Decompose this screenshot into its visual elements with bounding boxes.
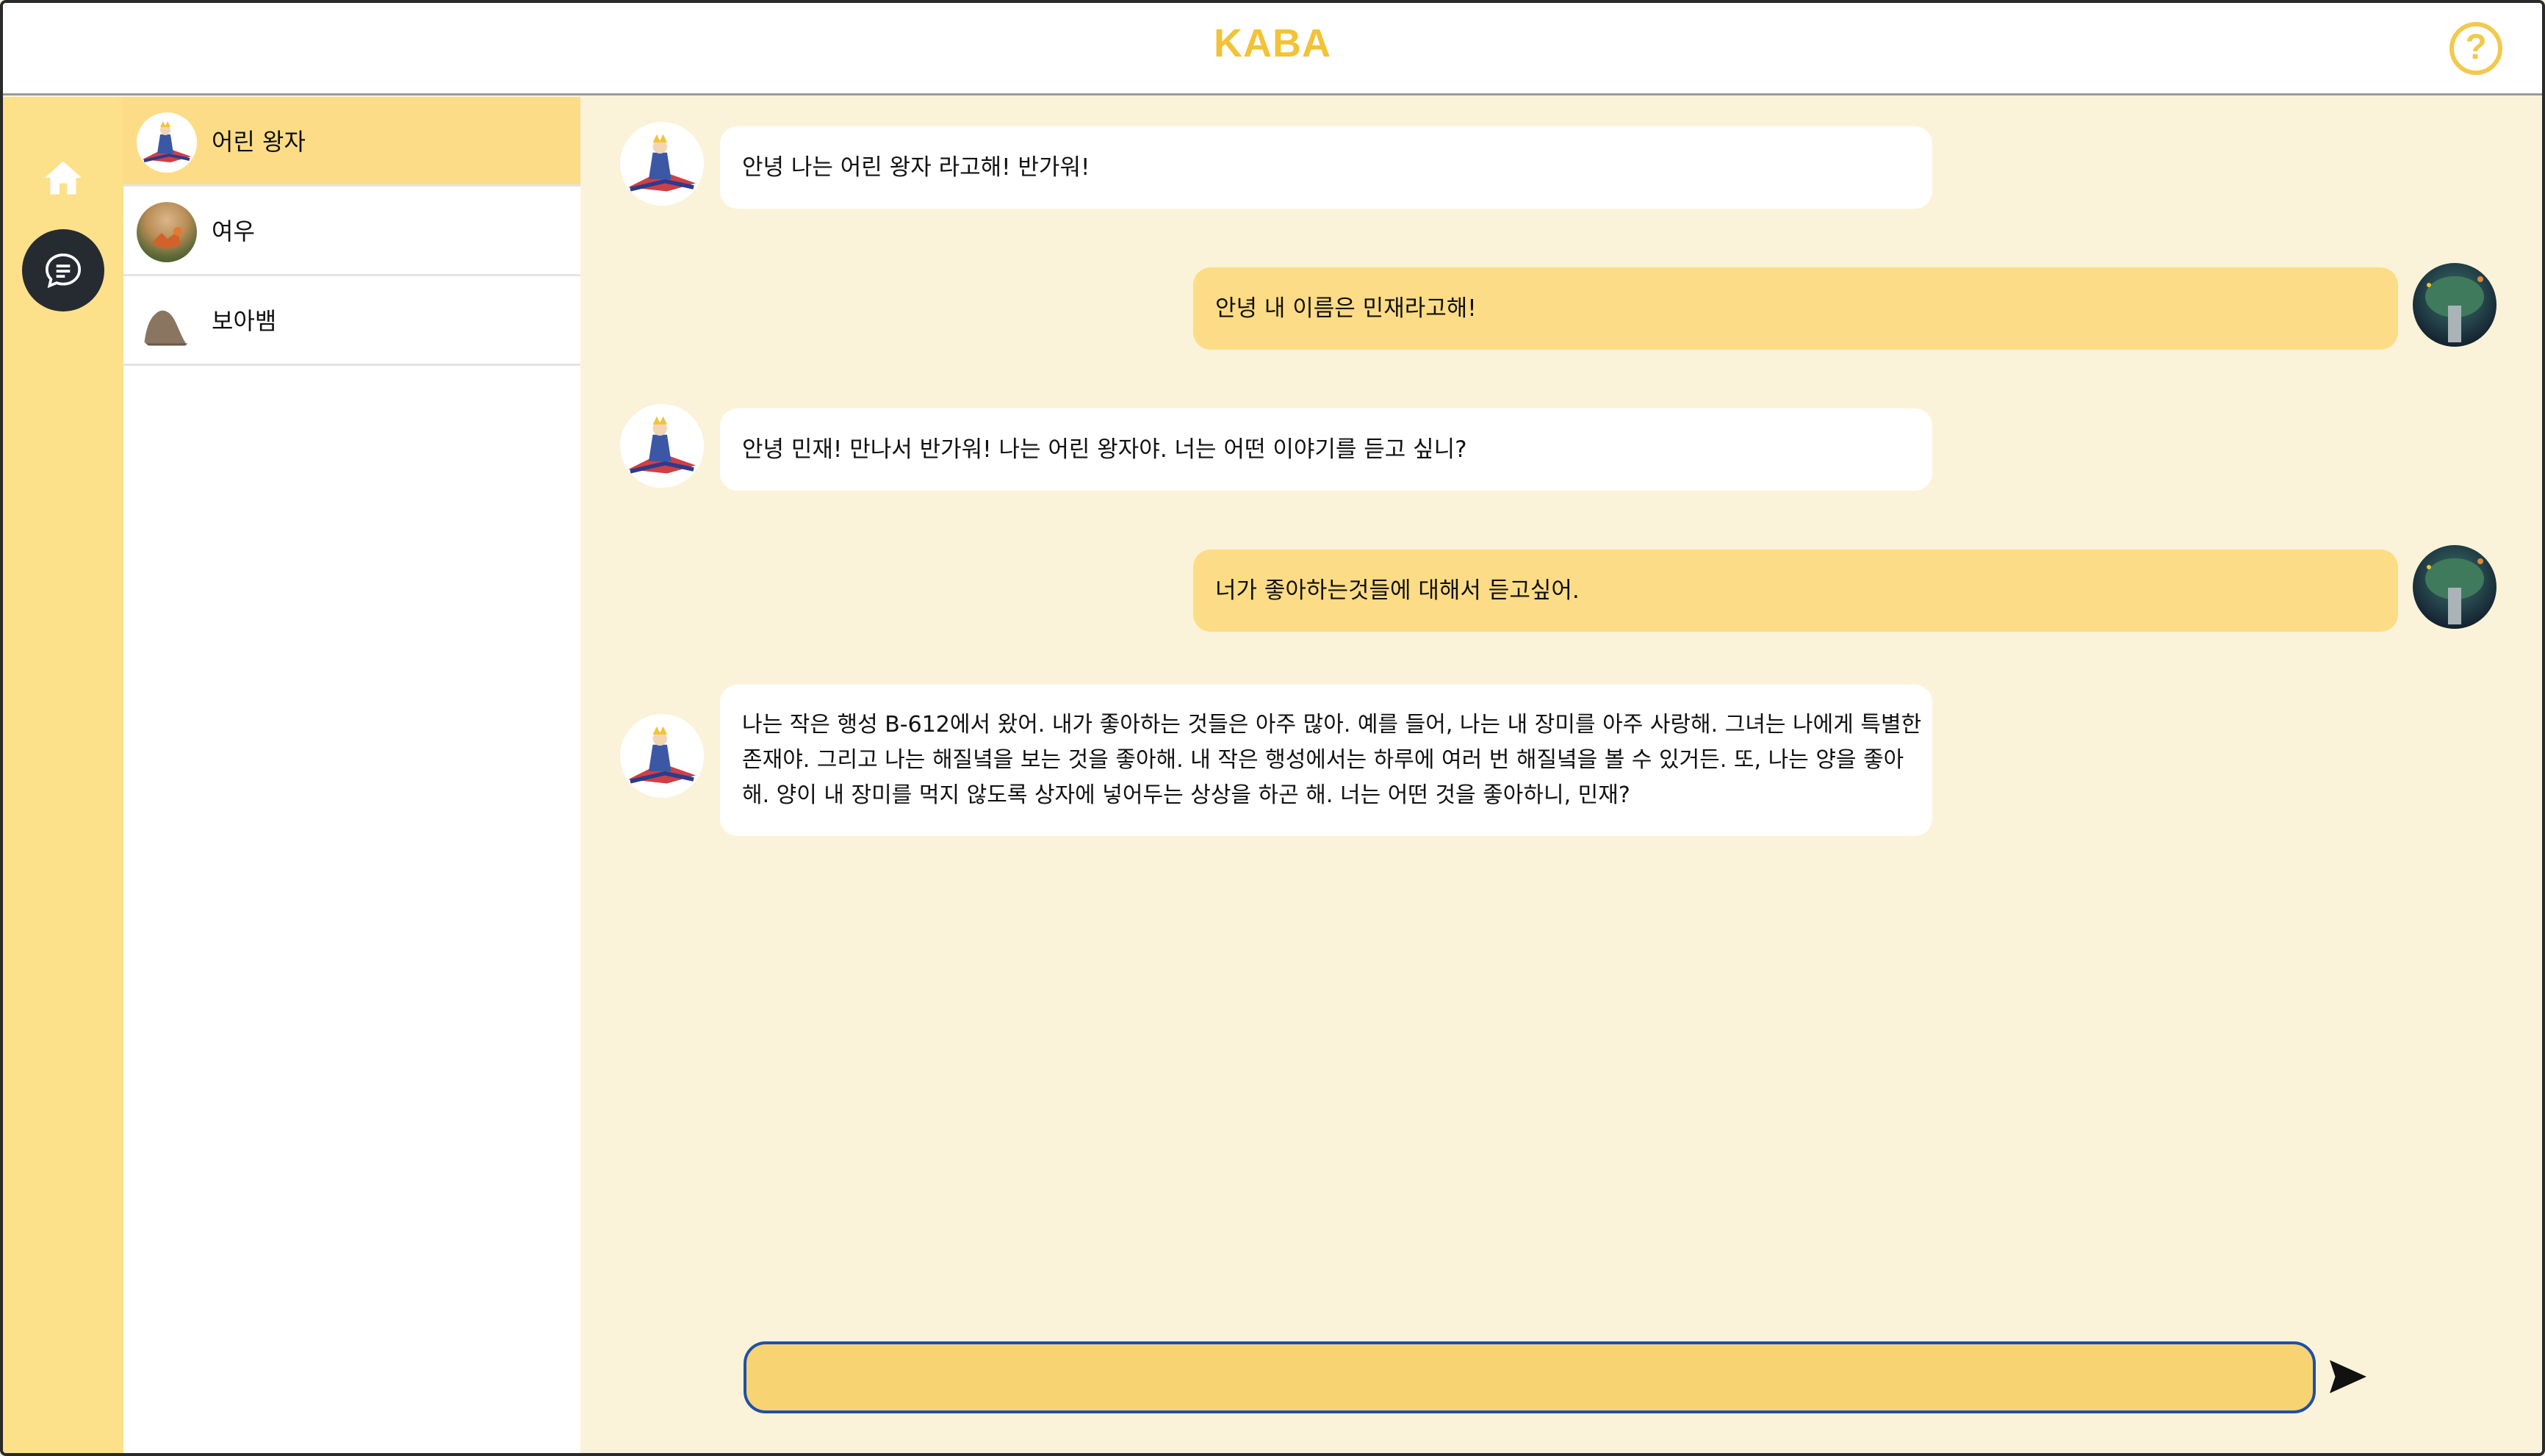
top-bar: KABA ? — [3, 3, 2542, 95]
message-text: 안녕 민재! 만나서 반가워! 나는 어린 왕자야. 너는 어떤 이야기를 듣고… — [742, 436, 1467, 463]
message-line: 해. 양이 내 장미를 먹지 않도록 상자에 넣어두는 상상을 하곤 해. 너는… — [742, 782, 1630, 808]
character-item-fox[interactable]: 여우 — [123, 187, 580, 276]
message-line: 나는 작은 행성 B-612에서 왔어. 내가 좋아하는 것들은 아주 많아. … — [742, 712, 1922, 738]
fox-avatar — [137, 202, 197, 262]
app-title: KABA — [1214, 21, 1331, 65]
chat-panel: 안녕 나는 어린 왕자 라고해! 반가워! 안녕 내 이름은 민재라고해! 안녕… — [580, 97, 2542, 1453]
boa-avatar — [137, 292, 197, 352]
message-line: 존재야. 그리고 나는 해질녘을 보는 것을 좋아해. 내 작은 행성에서는 하… — [742, 747, 1904, 773]
little-prince-avatar — [620, 404, 704, 488]
user-message: 안녕 내 이름은 민재라고해! — [1193, 267, 2398, 350]
app-window: KABA ? 어린 왕자 여우 보아뱀 안녕 나는 어린 왕자 라고해! 반가워… — [0, 0, 2545, 1456]
message-input[interactable] — [767, 1355, 2288, 1400]
character-name: 여우 — [212, 217, 255, 245]
home-icon[interactable] — [41, 156, 85, 200]
character-name: 어린 왕자 — [212, 128, 306, 156]
message-composer — [744, 1341, 2316, 1413]
bot-message: 안녕 민재! 만나서 반가워! 나는 어린 왕자야. 너는 어떤 이야기를 듣고… — [720, 408, 1932, 491]
nav-rail — [3, 97, 123, 1453]
user-avatar — [2413, 263, 2497, 347]
message-text: 너가 좋아하는것들에 대해서 듣고싶어. — [1215, 577, 1580, 604]
bot-message: 나는 작은 행성 B-612에서 왔어. 내가 좋아하는 것들은 아주 많아. … — [720, 685, 1932, 836]
message-text: 안녕 나는 어린 왕자 라고해! 반가워! — [742, 154, 1090, 181]
character-item-little-prince[interactable]: 어린 왕자 — [123, 97, 580, 187]
message-text: 안녕 내 이름은 민재라고해! — [1215, 295, 1477, 322]
character-list: 어린 왕자 여우 보아뱀 — [123, 97, 580, 1453]
bot-message: 안녕 나는 어린 왕자 라고해! 반가워! — [720, 126, 1932, 209]
user-message: 너가 좋아하는것들에 대해서 듣고싶어. — [1193, 549, 2398, 632]
chat-bubble-icon[interactable] — [22, 229, 104, 311]
character-name: 보아뱀 — [212, 307, 277, 335]
character-item-boa[interactable]: 보아뱀 — [123, 276, 580, 366]
little-prince-avatar — [620, 714, 704, 798]
little-prince-avatar — [137, 112, 197, 173]
little-prince-avatar — [620, 122, 704, 206]
help-circle-icon[interactable]: ? — [2449, 22, 2502, 75]
send-icon[interactable] — [2326, 1355, 2370, 1399]
user-avatar — [2413, 545, 2497, 629]
